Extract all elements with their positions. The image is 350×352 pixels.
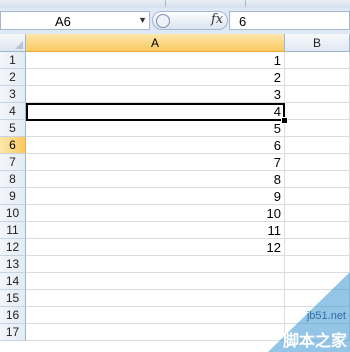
cell-b5[interactable]: [285, 120, 350, 137]
cell-b6[interactable]: [285, 137, 350, 154]
table-row: 4: [26, 103, 350, 120]
select-all-button[interactable]: [0, 34, 26, 52]
table-row: 12: [26, 239, 350, 256]
cell-a15[interactable]: [26, 290, 285, 307]
row-header-13[interactable]: 13: [0, 256, 26, 273]
select-all-icon: [15, 41, 23, 49]
cell-a7[interactable]: 7: [26, 154, 285, 171]
table-row: 3: [26, 86, 350, 103]
row-header-8[interactable]: 8: [0, 171, 26, 188]
watermark-url: jb51.net: [306, 310, 346, 322]
cell-a14[interactable]: [26, 273, 285, 290]
row-header-15[interactable]: 15: [0, 290, 26, 307]
table-row: 5: [26, 120, 350, 137]
row-header-11[interactable]: 11: [0, 222, 26, 239]
table-row: 8: [26, 171, 350, 188]
cell-a13[interactable]: [26, 256, 285, 273]
cell-a9[interactable]: 9: [26, 188, 285, 205]
cell-b13[interactable]: [285, 256, 350, 273]
row-header-16[interactable]: 16: [0, 307, 26, 324]
row-header-10[interactable]: 10: [0, 205, 26, 222]
row-header-17[interactable]: 17: [0, 324, 26, 341]
row-header-2[interactable]: 2: [0, 69, 26, 86]
row-header-7[interactable]: 7: [0, 154, 26, 171]
cell-b3[interactable]: [285, 86, 350, 103]
row-header-12[interactable]: 12: [0, 239, 26, 256]
watermark-site: 脚本之家: [282, 333, 347, 350]
table-row: 6: [26, 137, 350, 154]
row-header-5[interactable]: 5: [0, 120, 26, 137]
name-box-value: A6: [55, 14, 71, 29]
formula-controls: fx: [152, 11, 228, 30]
column-header-a[interactable]: A: [26, 34, 285, 52]
table-row: 1: [26, 52, 350, 69]
cell-a11[interactable]: 11: [26, 222, 285, 239]
cell-b7[interactable]: [285, 154, 350, 171]
cell-b1[interactable]: [285, 52, 350, 69]
table-row: 7: [26, 154, 350, 171]
cell-a2[interactable]: 2: [26, 69, 285, 86]
cell-a12[interactable]: 12: [26, 239, 285, 256]
cell-a10[interactable]: 10: [26, 205, 285, 222]
cell-a1[interactable]: 1: [26, 52, 285, 69]
cell-b4[interactable]: [285, 103, 350, 120]
table-row: 11: [26, 222, 350, 239]
cell-a6[interactable]: 6: [26, 137, 285, 154]
row-header-9[interactable]: 9: [0, 188, 26, 205]
cell-b8[interactable]: [285, 171, 350, 188]
cell-a16[interactable]: [26, 307, 285, 324]
watermark: jb51.net 脚本之家: [268, 272, 350, 352]
formula-resize-icon[interactable]: [156, 14, 170, 28]
formula-input[interactable]: 6: [229, 11, 350, 30]
cell-a17[interactable]: [26, 324, 285, 341]
formula-bar: A6 ▼ fx 6: [0, 8, 350, 35]
cell-a4[interactable]: 4: [26, 103, 285, 120]
cell-b12[interactable]: [285, 239, 350, 256]
name-box[interactable]: A6 ▼: [0, 11, 150, 30]
table-row: [26, 256, 350, 273]
ribbon-group: [165, 0, 246, 7]
table-row: 9: [26, 188, 350, 205]
cell-b10[interactable]: [285, 205, 350, 222]
cell-b11[interactable]: [285, 222, 350, 239]
row-header-14[interactable]: 14: [0, 273, 26, 290]
row-header-6[interactable]: 6: [0, 137, 26, 154]
fill-handle[interactable]: [281, 117, 288, 124]
table-row: 10: [26, 205, 350, 222]
insert-function-icon[interactable]: fx: [211, 12, 223, 27]
ribbon-group: [0, 0, 166, 7]
chevron-down-icon[interactable]: ▼: [138, 15, 147, 25]
cell-b9[interactable]: [285, 188, 350, 205]
cell-b2[interactable]: [285, 69, 350, 86]
column-header-b[interactable]: B: [285, 34, 350, 52]
cell-a5[interactable]: 5: [26, 120, 285, 137]
cell-a3[interactable]: 3: [26, 86, 285, 103]
row-header-3[interactable]: 3: [0, 86, 26, 103]
table-row: 2: [26, 69, 350, 86]
ribbon-group: [245, 0, 350, 7]
formula-value: 6: [239, 14, 247, 29]
cell-a8[interactable]: 8: [26, 171, 285, 188]
row-header-1[interactable]: 1: [0, 52, 26, 69]
row-header-4[interactable]: 4: [0, 103, 26, 120]
